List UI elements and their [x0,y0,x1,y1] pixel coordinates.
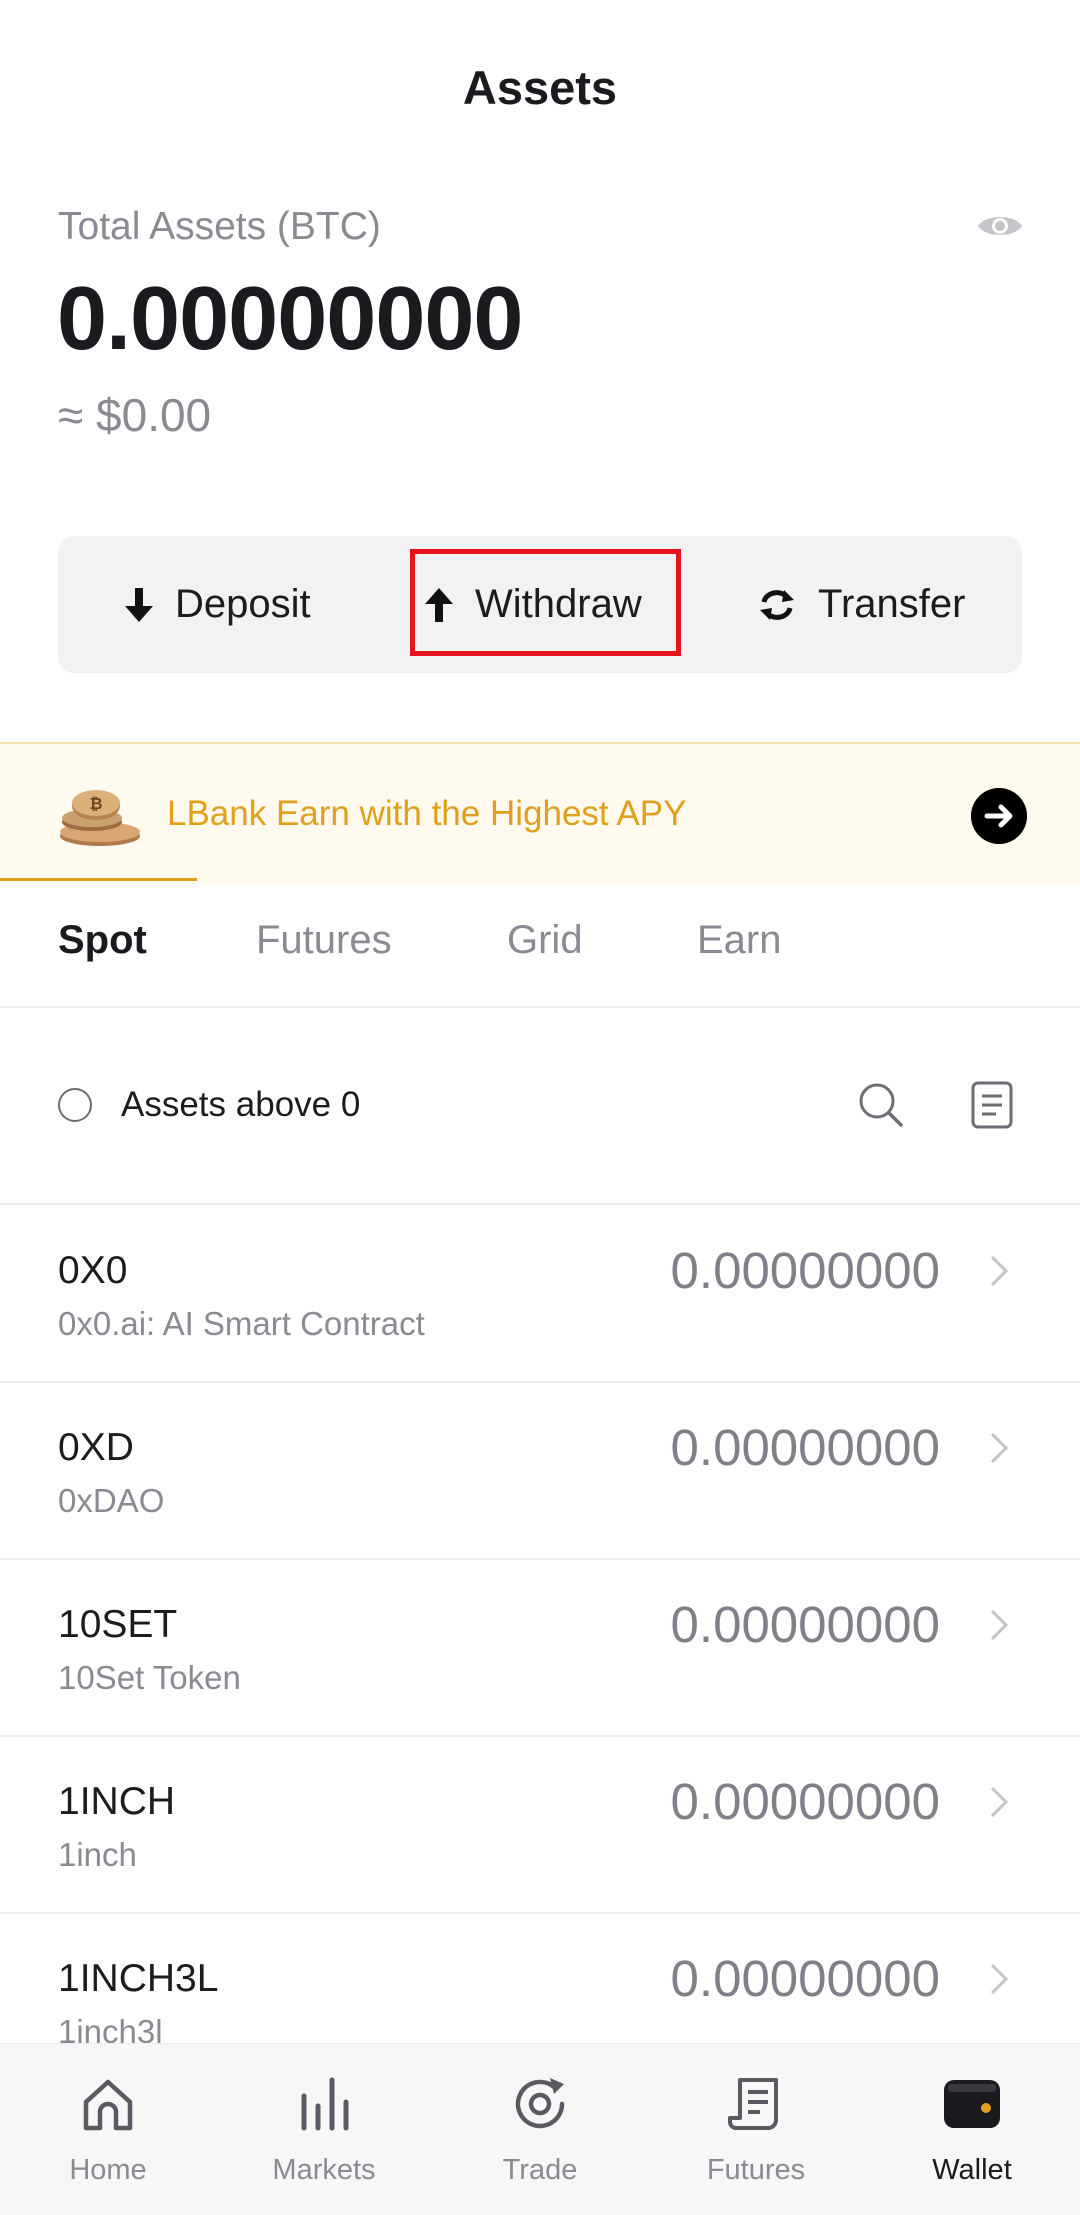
arrow-up-icon [425,587,453,622]
transfer-label: Transfer [818,582,966,626]
total-assets-value: 0.00000000 [57,269,523,369]
nav-markets[interactable]: Markets [234,2044,414,2215]
trade-icon [515,2078,565,2129]
futures-icon [728,2078,778,2130]
earn-banner[interactable]: ₿ LBank Earn with the Highest APY [0,742,1080,884]
markets-icon [301,2077,349,2131]
arrow-down-icon [125,587,153,622]
asset-amount: 0.00000000 [670,1596,940,1653]
asset-row-0xd[interactable]: 0XD 0xDAO 0.00000000 [0,1382,1080,1560]
nav-label: Wallet [932,2154,1012,2186]
asset-row-0x0[interactable]: 0X0 0x0.ai: AI Smart Contract 0.00000000 [0,1205,1080,1383]
asset-row-1inch[interactable]: 1INCH 1inch 0.00000000 [0,1736,1080,1914]
tab-spot[interactable]: Spot [58,918,147,963]
coins-icon: ₿ [60,790,140,846]
wallet-icon [944,2080,1000,2128]
assets-above-zero-radio[interactable] [58,1088,92,1122]
asset-amount: 0.00000000 [670,1242,940,1299]
banner-text: LBank Earn with the Highest APY [167,794,687,833]
nav-trade[interactable]: Trade [450,2044,630,2215]
arrow-right-icon[interactable] [971,788,1027,844]
nav-label: Futures [706,2154,806,2186]
tab-grid[interactable]: Grid [507,918,583,963]
action-bar: Deposit Withdraw Transfer [58,536,1022,673]
home-icon [83,2079,133,2131]
asset-symbol: 1INCH [58,1780,176,1823]
deposit-label: Deposit [175,582,311,626]
asset-symbol: 1INCH3L [58,1957,219,2000]
withdraw-label: Withdraw [475,582,642,626]
tab-futures[interactable]: Futures [256,918,392,963]
search-icon[interactable] [857,1081,903,1127]
asset-symbol: 0X0 [58,1249,128,1292]
nav-label: Trade [502,2154,578,2186]
asset-name: 0xDAO [58,1482,165,1519]
svg-text:₿: ₿ [89,794,102,813]
deposit-button[interactable]: Deposit [125,536,311,673]
assets-above-zero-label[interactable]: Assets above 0 [121,1085,360,1125]
transfer-icon [760,589,794,620]
eye-icon[interactable] [976,210,1024,242]
asset-name: 1inch [58,1836,137,1873]
asset-name: 10Set Token [58,1659,241,1696]
nav-futures[interactable]: Futures [666,2044,846,2215]
total-assets-label: Total Assets (BTC) [58,205,381,248]
transfer-button[interactable]: Transfer [758,536,965,673]
asset-amount: 0.00000000 [670,1950,940,2007]
records-icon[interactable] [970,1080,1014,1130]
banner-progress-indicator [0,878,197,881]
nav-home[interactable]: Home [18,2044,198,2215]
chevron-right-icon [990,1963,1009,1995]
nav-label: Markets [272,2154,376,2186]
withdraw-button[interactable]: Withdraw [425,536,642,673]
nav-label: Home [69,2154,147,2186]
chevron-right-icon [990,1609,1009,1641]
chevron-right-icon [990,1786,1009,1818]
chevron-right-icon [990,1432,1009,1464]
page-title: Assets [462,61,618,114]
chevron-right-icon [990,1255,1009,1287]
asset-row-10set[interactable]: 10SET 10Set Token 0.00000000 [0,1559,1080,1737]
asset-symbol: 10SET [58,1603,178,1646]
tab-earn[interactable]: Earn [697,918,782,963]
asset-amount: 0.00000000 [670,1773,940,1830]
nav-wallet[interactable]: Wallet [882,2044,1062,2215]
tabs-divider [0,1006,1080,1008]
asset-amount: 0.00000000 [670,1419,940,1476]
usd-equivalent: ≈ $0.00 [58,389,212,441]
asset-name: 0x0.ai: AI Smart Contract [58,1305,425,1342]
asset-symbol: 0XD [58,1426,134,1469]
bottom-navigation: Home Markets Trade Futures Wallet [0,2043,1080,2215]
